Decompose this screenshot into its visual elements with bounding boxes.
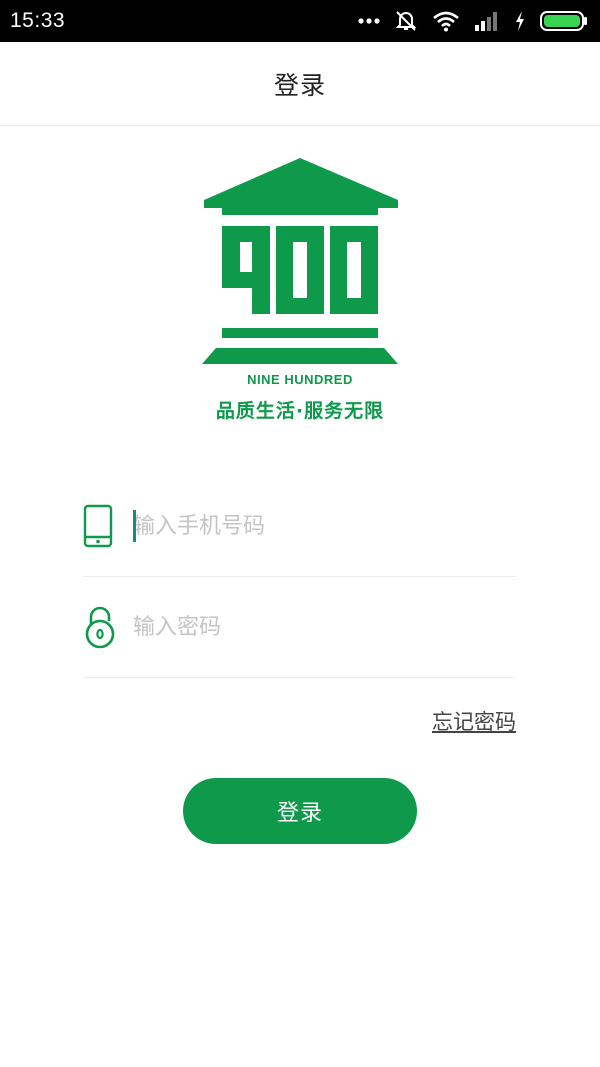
mute-icon: [395, 11, 417, 31]
more-dots-icon: [358, 18, 380, 24]
lock-icon: [83, 603, 119, 651]
app-header: 登录: [0, 42, 600, 126]
status-icons: [358, 9, 588, 33]
signal-icon: [475, 12, 497, 31]
brand-slogan: 品质生活·服务无限: [215, 400, 385, 422]
login-button[interactable]: 登录: [183, 778, 417, 844]
charging-icon: [516, 11, 524, 31]
phone-icon: [83, 502, 119, 550]
wifi-icon: [433, 11, 459, 32]
status-bar: 15:33: [0, 0, 600, 42]
brand-name-en: NINE HUNDRED: [247, 372, 353, 387]
phone-input[interactable]: [133, 506, 516, 546]
house-900-logo-icon: [202, 158, 398, 364]
brand-logo: NINE HUNDRED 品质生活·服务无限: [198, 156, 402, 426]
status-time: 15:33: [10, 9, 66, 32]
phone-field[interactable]: [83, 476, 516, 577]
password-field[interactable]: [83, 577, 516, 678]
battery-icon: [540, 11, 587, 31]
text-cursor: [133, 510, 136, 542]
forgot-password-link[interactable]: 忘记密码: [432, 706, 516, 736]
password-input[interactable]: [133, 607, 516, 647]
page-title: 登录: [273, 70, 326, 100]
